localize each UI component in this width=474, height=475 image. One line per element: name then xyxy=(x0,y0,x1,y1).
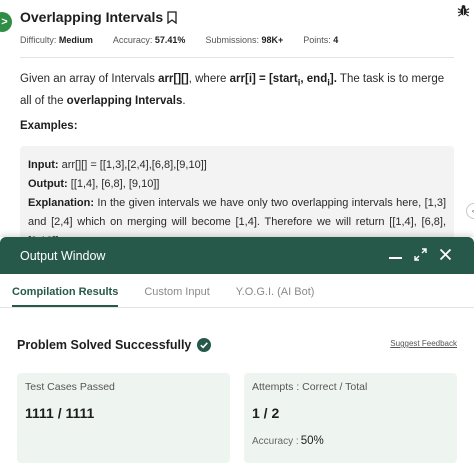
accuracy-meta: Accuracy: 57.41% xyxy=(112,35,186,45)
accuracy-value: 50% xyxy=(300,435,324,447)
test-cases-value: 1111 / 1111 xyxy=(25,405,95,421)
example-output: Output: [[1,4], [6,8], [9,10]] xyxy=(28,178,160,190)
problem-header: Overlapping Intervals xyxy=(20,6,454,28)
example-input: Input: arr[][] = [[1,3],[2,4],[6,8],[9,1… xyxy=(28,159,207,171)
minimize-icon[interactable] xyxy=(389,247,402,261)
problem-title: Overlapping Intervals xyxy=(20,9,164,25)
output-window: Output Window Compilation Results Custom… xyxy=(0,237,474,475)
test-cases-label: Test Cases Passed xyxy=(25,381,115,393)
divider xyxy=(20,57,454,58)
attempts-label: Attempts : Correct / Total xyxy=(252,381,368,393)
example-box: Input: arr[][] = [[1,3],[2,4],[6,8],[9,1… xyxy=(20,146,454,246)
problem-meta: Difficulty: Medium Accuracy: 57.41% Subm… xyxy=(20,35,358,45)
result-title: Problem Solved Successfully xyxy=(17,338,192,352)
attempts-value: 1 / 2 xyxy=(252,405,280,421)
tab-compilation-results[interactable]: Compilation Results xyxy=(12,286,119,307)
tab-custom-input[interactable]: Custom Input xyxy=(144,286,209,307)
result-row: Problem Solved Successfully Suggest Feed… xyxy=(17,337,457,353)
submissions-meta: Submissions: 98K+ xyxy=(205,35,284,45)
test-cases-card: Test Cases Passed 1111 / 1111 xyxy=(17,373,230,463)
output-window-title: Output Window xyxy=(20,248,106,263)
panel-handle-icon[interactable]: < xyxy=(466,203,474,219)
examples-heading: Examples: xyxy=(20,120,78,132)
points-meta: Points: 4 xyxy=(303,35,339,45)
window-controls xyxy=(389,247,452,261)
attempts-accuracy: Accuracy :50% xyxy=(252,435,324,447)
expand-icon[interactable] xyxy=(414,247,427,261)
suggest-feedback-link[interactable]: Suggest Feedback xyxy=(390,339,457,348)
bookmark-icon[interactable] xyxy=(167,10,177,24)
output-window-header: Output Window xyxy=(0,237,474,274)
output-tabs: Compilation Results Custom Input Y.O.G.I… xyxy=(0,274,474,308)
difficulty-meta: Difficulty: Medium xyxy=(20,35,93,45)
bug-icon[interactable] xyxy=(457,4,470,17)
side-toggle-icon[interactable]: > xyxy=(0,12,12,32)
attempts-card: Attempts : Correct / Total 1 / 2 Accurac… xyxy=(244,373,457,463)
tab-yogi-ai-bot[interactable]: Y.O.G.I. (AI Bot) xyxy=(236,286,315,307)
check-circle-icon xyxy=(197,338,212,352)
problem-statement: Given an array of Intervals arr[][], whe… xyxy=(20,73,445,108)
close-icon[interactable] xyxy=(439,248,452,261)
